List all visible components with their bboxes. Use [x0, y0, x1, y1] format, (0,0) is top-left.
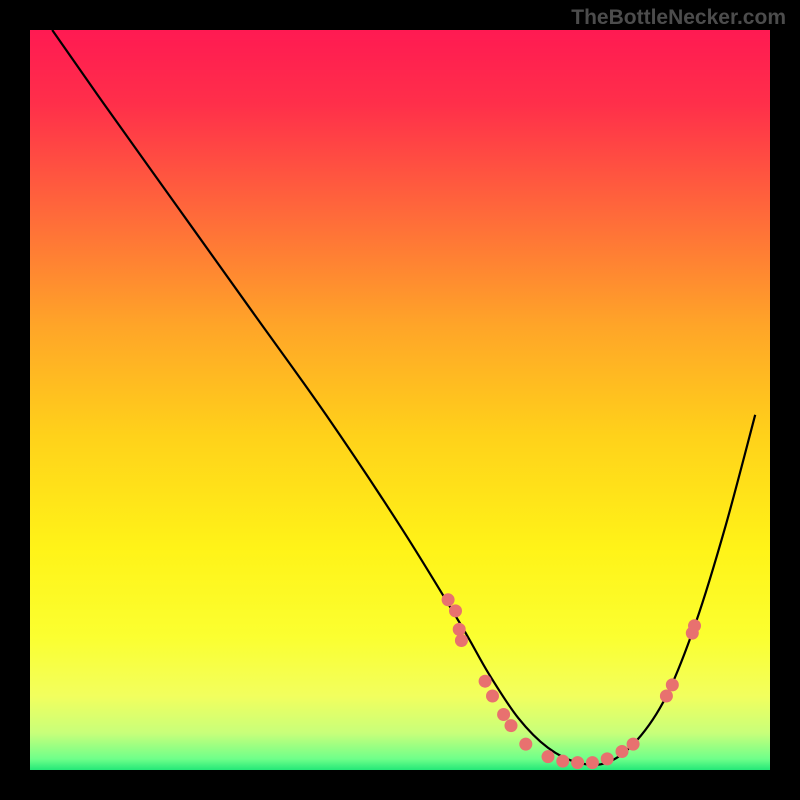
data-marker: [542, 750, 555, 763]
data-marker: [486, 690, 499, 703]
attribution-text: TheBottleNecker.com: [571, 6, 786, 30]
plot-background: [30, 30, 770, 770]
data-marker: [479, 675, 492, 688]
data-marker: [571, 756, 584, 769]
data-marker: [660, 690, 673, 703]
data-marker: [688, 619, 701, 632]
data-marker: [505, 719, 518, 732]
data-marker: [519, 738, 532, 751]
data-marker: [497, 708, 510, 721]
bottleneck-chart: [0, 0, 800, 800]
data-marker: [455, 634, 468, 647]
data-marker: [449, 604, 462, 617]
data-marker: [556, 755, 569, 768]
chart-container: TheBottleNecker.com: [0, 0, 800, 800]
data-marker: [586, 756, 599, 769]
data-marker: [453, 623, 466, 636]
data-marker: [666, 678, 679, 691]
data-marker: [627, 738, 640, 751]
data-marker: [616, 745, 629, 758]
data-marker: [442, 593, 455, 606]
data-marker: [601, 752, 614, 765]
